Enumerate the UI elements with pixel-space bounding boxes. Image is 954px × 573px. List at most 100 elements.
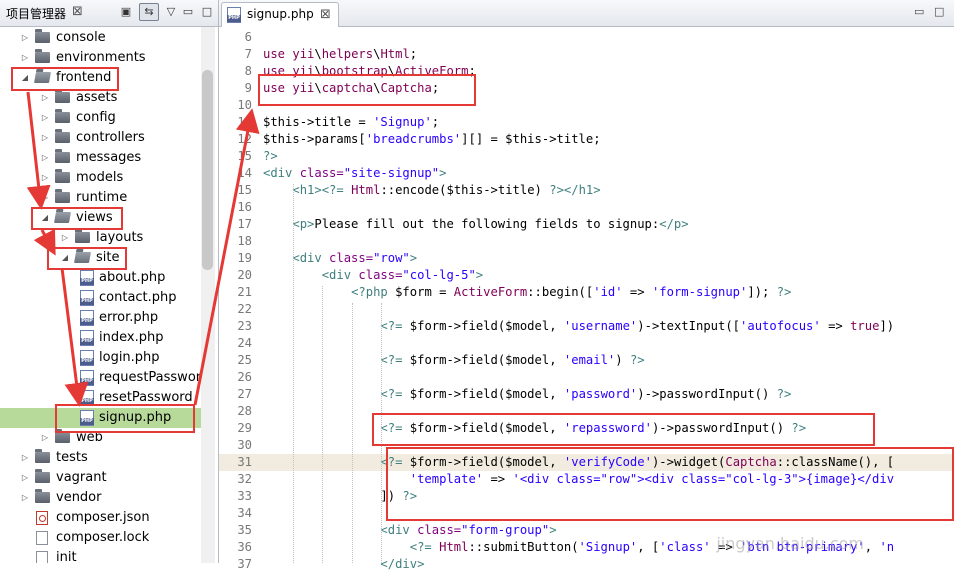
code-line[interactable]: 7 use yii\helpers\Html; [219,46,954,63]
code-line[interactable]: 15 <h1><?= Html::encode($this->title) ?>… [219,182,954,199]
collapsed-triangle-icon[interactable]: ▷ [40,128,50,148]
line-number: 37 [237,557,252,571]
tree-file-composer-json[interactable]: composer.json [0,508,214,528]
code-line[interactable]: 24 [219,335,954,352]
collapse-all-icon[interactable]: ▣ [118,4,134,20]
code-token: <div [292,251,330,265]
code-token: \ [314,47,322,61]
tree-folder-vendor[interactable]: ▷ vendor [0,488,214,508]
collapsed-triangle-icon[interactable]: ▷ [20,28,30,48]
code-line[interactable]: 22 [219,301,954,318]
collapsed-triangle-icon[interactable]: ▷ [20,468,30,488]
folder-icon [35,29,50,43]
php-file-icon: PHP [80,370,94,386]
code-line[interactable]: 15 ?> [219,148,954,165]
tree-file-requestPassword[interactable]: PHP requestPassword [0,368,214,388]
tree-folder-layouts[interactable]: ▷ layouts [0,228,214,248]
tree-file-login-php[interactable]: PHP login.php [0,348,214,368]
minimize-icon[interactable]: ▭ [914,5,924,18]
line-number: 19 [237,251,252,265]
collapsed-triangle-icon[interactable]: ▷ [40,108,50,128]
code-line[interactable]: 27 <?= $form->field($model, 'password')-… [219,386,954,403]
code-token: -> [446,319,462,333]
code-token: 'id' [593,285,623,299]
code-line[interactable]: 16 [219,199,954,216]
code-line[interactable]: 18 [219,233,954,250]
tree-item-label: tests [56,450,88,465]
folder-icon [55,149,70,163]
code-line[interactable]: 25 <?= $form->field($model, 'email') ?> [219,352,954,369]
collapsed-triangle-icon[interactable]: ▷ [40,88,50,108]
code-text: <h1><?= Html::encode($this->title) ?></h… [263,182,600,199]
code-token: $form [395,285,432,299]
code-text: <div class="site-signup"> [263,165,446,182]
tree-file-error-php[interactable]: PHP error.php [0,308,214,328]
highlight-repassword-line [372,413,875,446]
code-token: class= [329,251,374,265]
project-panel-title[interactable]: 项目管理器 [6,5,66,22]
code-token: class= [358,268,403,282]
collapsed-triangle-icon[interactable]: ▷ [20,48,30,68]
code-token: Html [439,540,469,554]
code-token: <h1> [292,183,322,197]
collapsed-triangle-icon[interactable]: ▷ [60,228,70,248]
code-token: field( [461,387,506,401]
minimize-icon[interactable]: ▭ [180,4,196,20]
tree-folder-vagrant[interactable]: ▷ vagrant [0,468,214,488]
collapsed-triangle-icon[interactable]: ▷ [20,448,30,468]
code-token: -> [644,319,660,333]
code-line[interactable]: 6 [219,29,954,46]
line-number: 14 [237,166,252,180]
tree-scrollbar-thumb[interactable] [202,70,213,270]
code-line[interactable]: 11 $this->title = 'Signup'; [219,114,954,131]
collapsed-triangle-icon[interactable]: ▷ [20,488,30,508]
maximize-icon[interactable]: □ [199,4,215,20]
code-line[interactable]: 21 <?php $form = ActiveForm::begin(['id'… [219,284,954,301]
code-line[interactable]: 20 <div class="col-lg-5"> [219,267,954,284]
code-token: ; [409,47,418,61]
close-icon[interactable]: ⊠ [320,7,331,22]
tree-file-index-php[interactable]: PHP index.php [0,328,214,348]
tree-file-about-php[interactable]: PHP about.php [0,268,214,288]
tree-folder-config[interactable]: ▷ config [0,108,214,128]
code-line[interactable]: 23 <?= $form->field($model, 'username')-… [219,318,954,335]
editor-tab-signup[interactable]: PHP signup.php ⊠ [221,2,339,27]
code-line[interactable]: 17 <p>Please fill out the following fiel… [219,216,954,233]
code-token: <div [321,268,359,282]
tree-folder-models[interactable]: ▷ models [0,168,214,188]
code-token: "site-signup" [343,166,440,180]
code-line[interactable]: 26 [219,369,954,386]
tree-file-composer-lock[interactable]: composer.lock [0,528,214,548]
tree-folder-messages[interactable]: ▷ messages [0,148,214,168]
code-token: textInput([ [659,319,741,333]
code-line[interactable]: 12 $this->params['breadcrumbs'][] = $this… [219,131,954,148]
line-number: 21 [237,285,252,299]
tree-folder-controllers[interactable]: ▷ controllers [0,128,214,148]
code-line[interactable]: 19 <div class="row"> [219,250,954,267]
view-menu-icon[interactable]: ▽ [163,4,179,20]
indent-guide [293,184,295,563]
tree-folder-runtime[interactable]: ▷ runtime [0,188,214,208]
highlight-signup [55,404,195,433]
close-icon[interactable]: ⊠ [72,4,83,19]
tree-folder-assets[interactable]: ▷ assets [0,88,214,108]
code-line[interactable]: 14 <div class="site-signup"> [219,165,954,182]
folder-icon [35,49,50,63]
tree-folder-tests[interactable]: ▷ tests [0,448,214,468]
collapsed-triangle-icon[interactable]: ▷ [40,168,50,188]
tree-folder-console[interactable]: ▷ console [0,28,214,48]
code-line[interactable]: 37 </div> [219,556,954,573]
collapsed-triangle-icon[interactable]: ▷ [40,428,50,448]
collapsed-triangle-icon[interactable]: ▷ [40,188,50,208]
code-token: 'Signup' [373,115,432,129]
tree-file-init[interactable]: init [0,548,214,563]
php-file-icon: PHP [80,290,94,306]
maximize-icon[interactable]: □ [934,5,944,18]
php-file-icon: PHP [80,330,94,346]
collapsed-triangle-icon[interactable]: ▷ [40,148,50,168]
link-editor-icon[interactable]: ⇆ [139,3,159,21]
tree-folder-environments[interactable]: ▷ environments [0,48,214,68]
code-text: <p>Please fill out the following fields … [263,216,688,233]
tree-file-contact-php[interactable]: PHP contact.php [0,288,214,308]
